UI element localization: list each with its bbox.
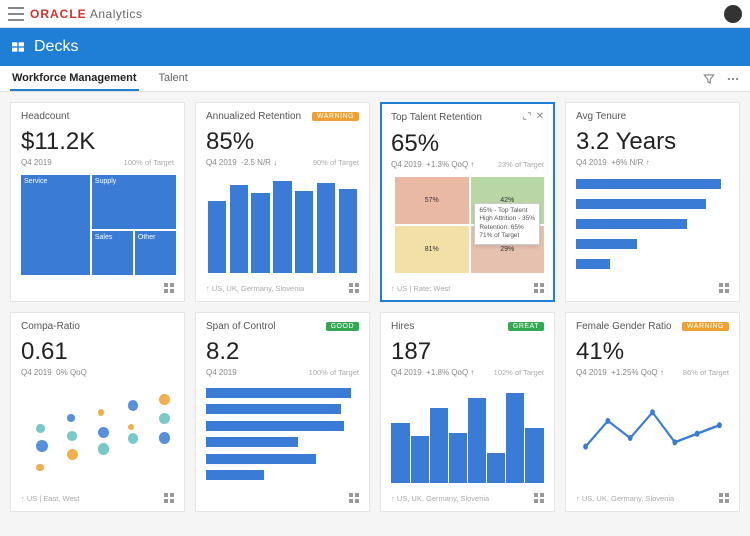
card-title: Hires <box>391 321 414 332</box>
chart-quadrant: 57% 42% 81% 29% 65% - Top Talent High At… <box>391 175 544 283</box>
grid-icon[interactable] <box>349 283 359 293</box>
kpi-target: 23% of Target <box>498 160 544 169</box>
chart-hbar <box>206 383 359 493</box>
grid-icon[interactable] <box>164 493 174 503</box>
status-badge: WARNING <box>682 322 729 331</box>
more-icon[interactable] <box>726 72 740 86</box>
brand-name: ORACLE <box>30 7 87 21</box>
kpi-value: 41% <box>576 338 729 366</box>
kpi-value: $11.2K <box>21 128 174 156</box>
kpi-value: 0.61 <box>21 338 174 366</box>
kpi-value: 8.2 <box>206 338 359 366</box>
card-tenure[interactable]: Avg Tenure 3.2 Years Q4 2019 +6% N/R ↑ <box>565 102 740 302</box>
page-header: Decks <box>0 28 750 66</box>
grid-icon[interactable] <box>534 283 544 293</box>
card-title: Compa-Ratio <box>21 321 80 332</box>
chart-scatter <box>21 383 174 493</box>
card-retention[interactable]: Annualized Retention WARNING 85% Q4 2019… <box>195 102 370 302</box>
brand-product: Analytics <box>90 7 143 21</box>
treemap-cell: Sales <box>92 231 133 275</box>
card-compa[interactable]: Compa-Ratio 0.61 Q4 2019 0% QoQ ↑ US | E… <box>10 312 185 512</box>
card-title: Female Gender Ratio <box>576 321 672 332</box>
treemap-cell: Supply <box>92 175 176 229</box>
kpi-value: 65% <box>391 130 544 158</box>
chart-bar <box>206 173 359 283</box>
treemap-cell: Service <box>21 175 90 275</box>
page-title: Decks <box>34 38 78 56</box>
tab-workforce-management[interactable]: Workforce Management <box>10 66 139 91</box>
kpi-target: 90% of Target <box>313 158 359 167</box>
chart-bar <box>391 383 544 493</box>
kpi-value: 187 <box>391 338 544 366</box>
card-span[interactable]: Span of Control GOOD 8.2 Q4 2019 100% of… <box>195 312 370 512</box>
kpi-value: 85% <box>206 128 359 156</box>
card-title: Headcount <box>21 111 69 122</box>
tooltip: 65% - Top Talent High Attrition - 35% Re… <box>474 203 540 245</box>
kpi-target: 86% of Target <box>683 368 729 377</box>
decks-icon <box>10 39 26 55</box>
status-badge: WARNING <box>312 112 359 121</box>
tab-bar: Workforce Management Talent <box>0 66 750 92</box>
card-gender[interactable]: Female Gender Ratio WARNING 41% Q4 2019 … <box>565 312 740 512</box>
quad-cell: 81% <box>395 226 469 273</box>
chart-hbar <box>576 173 729 283</box>
close-icon[interactable]: ✕ <box>536 111 544 124</box>
card-headcount[interactable]: Headcount $11.2K Q4 2019 100% of Target … <box>10 102 185 302</box>
top-bar: ORACLE Analytics <box>0 0 750 28</box>
grid-icon[interactable] <box>164 283 174 293</box>
card-title: Top Talent Retention <box>391 112 482 123</box>
kpi-value: 3.2 Years <box>576 128 729 156</box>
menu-icon[interactable] <box>8 7 24 21</box>
status-badge: GREAT <box>508 322 544 331</box>
status-badge: GOOD <box>326 322 359 331</box>
card-grid: Headcount $11.2K Q4 2019 100% of Target … <box>0 92 750 522</box>
card-title: Avg Tenure <box>576 111 626 122</box>
chart-line <box>576 383 729 493</box>
tab-talent[interactable]: Talent <box>157 66 190 91</box>
grid-icon[interactable] <box>719 493 729 503</box>
kpi-target: 100% of Target <box>124 158 174 167</box>
card-title: Span of Control <box>206 321 276 332</box>
card-hires[interactable]: Hires GREAT 187 Q4 2019 +1.8% QoQ ↑ 102%… <box>380 312 555 512</box>
card-top-talent[interactable]: Top Talent Retention ✕ 65% Q4 2019 +1.3%… <box>380 102 555 302</box>
chart-treemap: Service Supply Sales Other <box>21 173 174 283</box>
kpi-period: Q4 2019 <box>21 158 52 167</box>
grid-icon[interactable] <box>534 493 544 503</box>
filter-icon[interactable] <box>702 72 716 86</box>
brand: ORACLE Analytics <box>30 7 142 21</box>
grid-icon[interactable] <box>349 493 359 503</box>
kpi-target: 100% of Target <box>309 368 359 377</box>
expand-icon[interactable] <box>522 111 532 124</box>
card-title: Annualized Retention <box>206 111 301 122</box>
grid-icon[interactable] <box>719 283 729 293</box>
kpi-target: 102% of Target <box>494 368 544 377</box>
treemap-cell: Other <box>135 231 176 275</box>
avatar[interactable] <box>724 5 742 23</box>
quad-cell: 57% <box>395 177 469 224</box>
